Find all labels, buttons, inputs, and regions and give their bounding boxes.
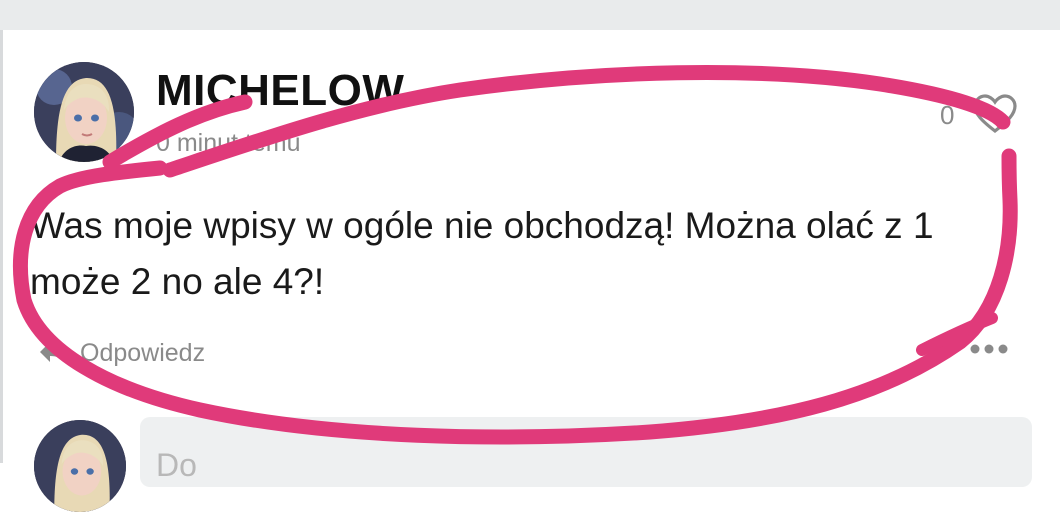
reply-label: Odpowiedz xyxy=(80,338,206,367)
avatar[interactable] xyxy=(34,62,134,162)
commenter-avatar-image xyxy=(34,420,126,512)
avatar-image xyxy=(34,62,134,162)
comment-input[interactable]: Do xyxy=(140,417,1032,487)
top-bar xyxy=(0,0,1060,30)
heart-icon[interactable] xyxy=(972,94,1018,134)
username[interactable]: MICHELOW xyxy=(156,66,404,116)
reply-button[interactable]: Odpowiedz xyxy=(38,336,205,370)
post-timestamp: 0 minut temu xyxy=(156,129,301,157)
more-options-icon[interactable] xyxy=(964,334,1014,364)
post-message: Was moje wpisy w ogóle nie obchodzą! Moż… xyxy=(30,205,934,302)
like-count: 0 xyxy=(940,100,955,130)
commenter-avatar xyxy=(34,420,126,512)
reply-arrow-icon xyxy=(40,342,66,364)
comment-input-placeholder: Do xyxy=(156,447,197,483)
